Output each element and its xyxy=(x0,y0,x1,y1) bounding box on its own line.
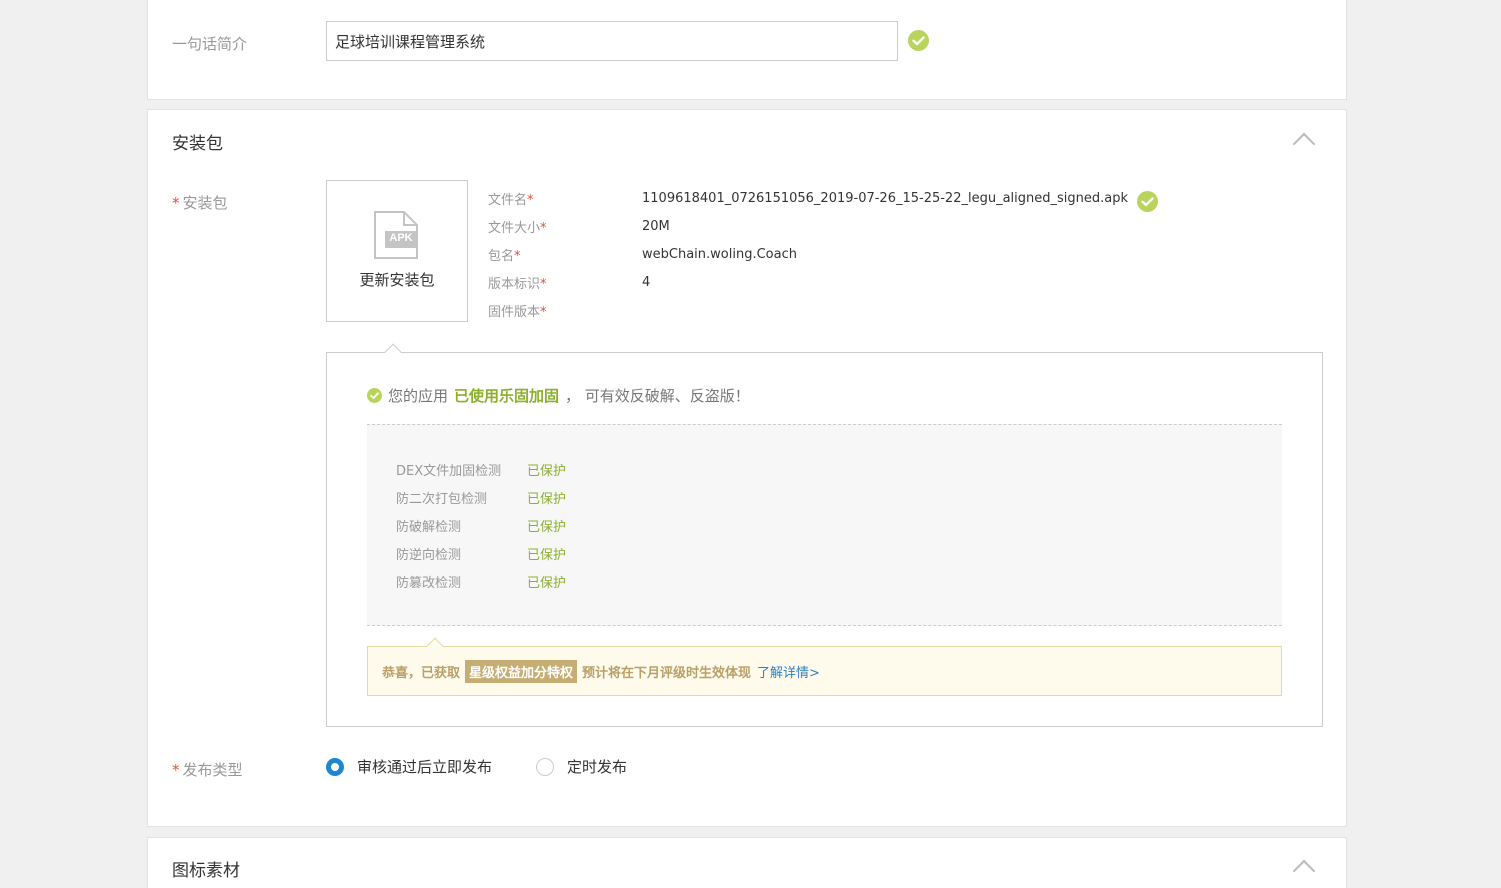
list-item: 防逆向检测 已保护 xyxy=(396,539,1282,567)
radio-unchecked-icon[interactable] xyxy=(536,757,555,776)
publish-label-text: 发布类型 xyxy=(182,761,243,779)
learn-more-link[interactable]: 了解详情> xyxy=(757,662,820,681)
security-suffix: ， 可有效反破解、反盗版！ xyxy=(565,387,750,405)
list-item: 防二次打包检测 已保护 xyxy=(396,483,1282,511)
info-value: 20M xyxy=(642,218,670,234)
check-circle-icon xyxy=(367,388,382,403)
radio-checked-icon[interactable] xyxy=(326,757,344,776)
list-item: 防破解检测 已保护 xyxy=(396,511,1282,539)
reward-suffix: 预计将在下月评级时生效体现 xyxy=(582,665,752,681)
check-status: 已保护 xyxy=(527,491,567,507)
intro-panel: 一句话简介 xyxy=(147,0,1347,100)
info-key: 版本标识 xyxy=(488,276,541,292)
info-value: webChain.woling.Coach xyxy=(642,246,797,262)
pointer-notch xyxy=(384,343,402,361)
check-status: 已保护 xyxy=(527,575,567,591)
required-mark: * xyxy=(540,304,547,320)
radio-scheduled-publish[interactable]: 定时发布 xyxy=(536,756,627,777)
chevron-up-icon[interactable] xyxy=(1292,132,1316,156)
required-mark: * xyxy=(540,276,547,292)
check-circle-icon xyxy=(908,30,929,51)
publish-type-radio-group: 审核通过后立即发布 定时发布 xyxy=(326,756,671,777)
info-row-filesize: 文件大小* 20M xyxy=(488,212,1158,240)
info-key: 文件名 xyxy=(488,192,528,208)
info-value: 4 xyxy=(642,274,651,290)
check-status: 已保护 xyxy=(527,519,567,535)
security-message: 您的应用 已使用乐固加固 ， 可有效反破解、反盗版！ xyxy=(367,385,750,406)
check-name: 防篡改检测 xyxy=(396,575,462,591)
info-key: 文件大小 xyxy=(488,220,541,236)
chevron-up-icon[interactable] xyxy=(1292,859,1316,883)
package-label-text: 安装包 xyxy=(182,194,228,212)
file-info-list: 文件名* 1109618401_0726151056_2019-07-26_15… xyxy=(488,184,1159,324)
required-mark: * xyxy=(172,761,180,779)
radio-publish-immediately[interactable]: 审核通过后立即发布 xyxy=(326,756,492,777)
intro-label: 一句话简介 xyxy=(172,35,248,53)
check-circle-icon xyxy=(1137,190,1159,212)
check-name: 防逆向检测 xyxy=(396,547,462,563)
icons-panel: 图标素材 xyxy=(147,837,1347,888)
update-package-label: 更新安装包 xyxy=(359,271,435,289)
radio-label: 定时发布 xyxy=(567,758,628,776)
info-key: 包名 xyxy=(488,248,515,264)
security-prefix: 您的应用 xyxy=(388,387,449,405)
required-mark: * xyxy=(514,248,521,264)
reward-notice: 恭喜，已获取 星级权益加分特权 预计将在下月评级时生效体现 了解详情> xyxy=(367,637,1282,696)
required-mark: * xyxy=(540,220,547,236)
list-item: DEX文件加固检测 已保护 xyxy=(396,455,1282,483)
check-name: DEX文件加固检测 xyxy=(396,463,502,479)
publish-type-label: * 发布类型 xyxy=(172,759,243,780)
list-item: 防篡改检测 已保护 xyxy=(396,567,1282,595)
package-field-label: * 安装包 xyxy=(172,192,228,213)
pointer-notch xyxy=(426,637,444,655)
package-section-title: 安装包 xyxy=(172,134,223,154)
check-status: 已保护 xyxy=(527,463,567,479)
info-row-firmware-version: 固件版本* xyxy=(488,296,1158,324)
info-row-version-code: 版本标识* 4 xyxy=(488,268,1158,296)
security-info-box: 您的应用 已使用乐固加固 ， 可有效反破解、反盗版！ DEX文件加固检测 已保护… xyxy=(326,343,1323,727)
security-highlight: 已使用乐固加固 xyxy=(454,387,560,405)
info-row-package-name: 包名* webChain.woling.Coach xyxy=(488,240,1158,268)
apk-badge-text: APK xyxy=(389,232,413,244)
required-mark: * xyxy=(527,192,534,208)
reward-prefix: 恭喜，已获取 xyxy=(382,665,461,681)
icons-section-title: 图标素材 xyxy=(172,861,240,881)
check-name: 防破解检测 xyxy=(396,519,462,535)
update-package-button[interactable]: APK 更新安装包 xyxy=(326,180,468,322)
intro-input[interactable] xyxy=(326,21,898,61)
required-mark: * xyxy=(172,194,180,212)
info-row-filename: 文件名* 1109618401_0726151056_2019-07-26_15… xyxy=(488,184,1159,212)
info-key: 固件版本 xyxy=(488,304,541,320)
package-panel: 安装包 * 安装包 APK 更新安装包 文件名* 1109618401_07261… xyxy=(147,109,1347,827)
protection-check-list: DEX文件加固检测 已保护 防二次打包检测 已保护 防破解检测 已保护 防逆向检… xyxy=(367,424,1282,626)
check-status: 已保护 xyxy=(527,547,567,563)
info-value: 1109618401_0726151056_2019-07-26_15-25-2… xyxy=(642,190,1129,206)
check-name: 防二次打包检测 xyxy=(396,491,488,507)
apk-file-icon: APK xyxy=(374,211,418,259)
radio-label: 审核通过后立即发布 xyxy=(357,758,493,776)
reward-badge: 星级权益加分特权 xyxy=(465,659,578,683)
